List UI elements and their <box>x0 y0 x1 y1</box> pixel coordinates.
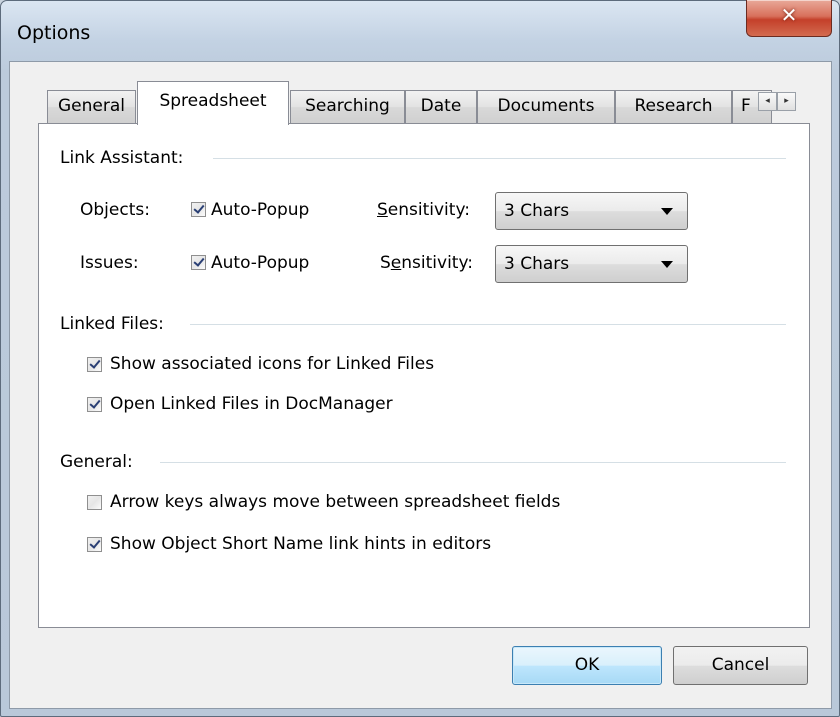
objects-sensitivity-select[interactable]: 3 Chars <box>495 192 688 230</box>
tab-general[interactable]: General <box>47 90 136 123</box>
group-divider <box>160 462 786 464</box>
show-associated-icons-checkbox[interactable] <box>87 357 102 372</box>
issues-auto-popup-checkbox[interactable] <box>191 255 206 270</box>
short-name-hints-label: Show Object Short Name link hints in edi… <box>110 534 492 554</box>
arrow-keys-label: Arrow keys always move between spreadshe… <box>110 492 561 512</box>
issues-auto-popup-label: Auto-Popup <box>211 253 310 273</box>
group-divider <box>213 158 786 160</box>
link-assistant-group-label: Link Assistant: <box>60 148 184 168</box>
objects-auto-popup-label: Auto-Popup <box>211 200 310 220</box>
issues-sensitivity-label: Sensitivity: <box>380 253 474 273</box>
chevron-down-icon <box>661 261 673 268</box>
objects-label: Objects: <box>80 200 150 220</box>
open-in-docmanager-checkbox[interactable] <box>87 397 102 412</box>
show-associated-icons-label: Show associated icons for Linked Files <box>110 354 435 374</box>
objects-sensitivity-label: Sensitivity: <box>377 200 470 220</box>
linked-files-group-label: Linked Files: <box>60 314 164 334</box>
tab-scroll-left-icon[interactable]: ◂ <box>758 92 777 111</box>
close-button[interactable]: ✕ <box>746 0 832 37</box>
tab-documents[interactable]: Documents <box>477 90 615 123</box>
tab-date[interactable]: Date <box>405 90 477 123</box>
arrow-keys-checkbox[interactable] <box>87 495 102 510</box>
tab-research[interactable]: Research <box>615 90 732 123</box>
tab-searching[interactable]: Searching <box>290 90 405 123</box>
chevron-down-icon <box>661 208 673 215</box>
tab-scroll-right-icon[interactable]: ▸ <box>777 92 796 111</box>
issues-sensitivity-select[interactable]: 3 Chars <box>495 245 688 283</box>
cancel-button[interactable]: Cancel <box>673 646 808 685</box>
issues-label: Issues: <box>80 253 139 273</box>
group-divider <box>190 324 786 326</box>
close-icon: ✕ <box>780 3 798 27</box>
issues-sensitivity-value: 3 Chars <box>504 254 570 274</box>
ok-button[interactable]: OK <box>512 646 662 685</box>
open-in-docmanager-label: Open Linked Files in DocManager <box>110 394 393 414</box>
objects-auto-popup-checkbox[interactable] <box>191 202 206 217</box>
short-name-hints-checkbox[interactable] <box>87 537 102 552</box>
general-group-label: General: <box>60 452 133 472</box>
window-title: Options <box>17 22 91 44</box>
objects-sensitivity-value: 3 Chars <box>504 201 570 221</box>
tab-spreadsheet[interactable]: Spreadsheet <box>137 81 289 125</box>
